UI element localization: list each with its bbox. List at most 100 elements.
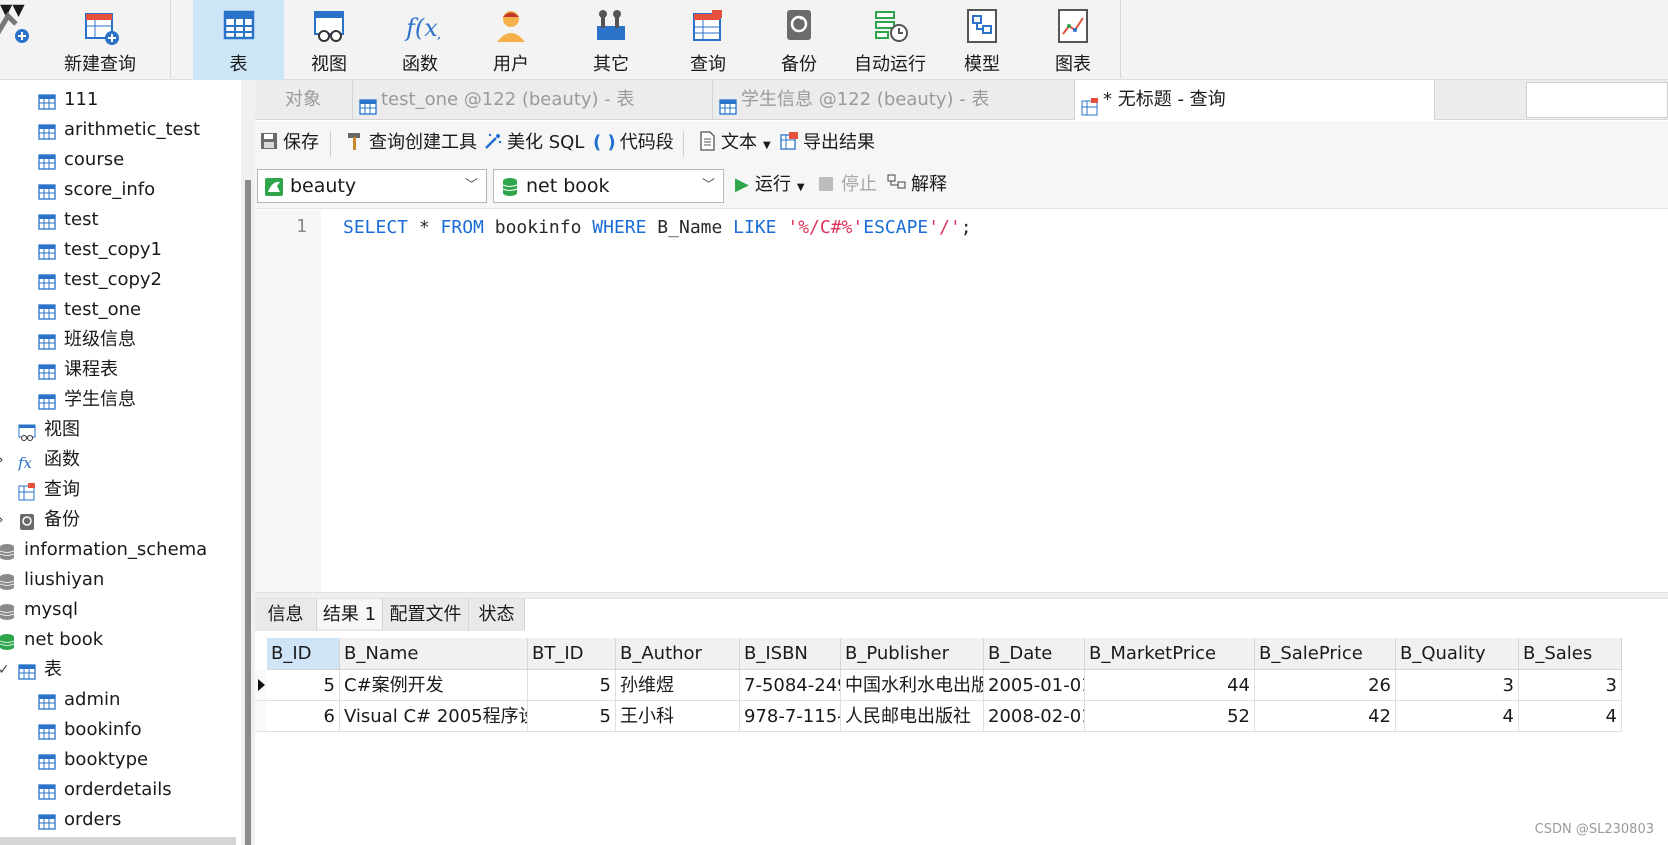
tree-item-table[interactable]: 课程表 (0, 355, 236, 385)
chevron-down-icon[interactable]: ✓ (0, 655, 10, 685)
grid-cell[interactable]: C#案例开发 (340, 670, 528, 701)
grid-cell[interactable]: 44 (1085, 670, 1255, 701)
grid-cell[interactable]: Visual C# 2005程序设 (340, 701, 528, 732)
column-header[interactable]: BT_ID (528, 638, 616, 670)
grid-cell[interactable]: 2005-01-01 (984, 670, 1085, 701)
tab-search-field[interactable] (1526, 82, 1668, 118)
other-ribbon-button[interactable]: 其它 (566, 0, 656, 80)
text-mode-button[interactable]: 文本 ▼ (697, 131, 771, 155)
tree-item-table[interactable]: orders (0, 805, 236, 835)
tree-scrollbar-thumb[interactable] (245, 180, 251, 845)
run-button[interactable]: ▶ 运行 ▼ (735, 173, 805, 197)
doc-tab[interactable]: 对象 (255, 80, 353, 120)
column-header[interactable]: B_Author (616, 638, 740, 670)
grid-cell[interactable]: 978-7-115- (740, 701, 841, 732)
database-select[interactable]: net book ﹀ (493, 169, 724, 203)
export-results-button[interactable]: 导出结果 (779, 131, 875, 155)
column-header[interactable]: B_Date (984, 638, 1085, 670)
column-header[interactable]: B_ISBN (740, 638, 841, 670)
tree-selected-row[interactable] (0, 837, 236, 845)
column-header[interactable]: B_ID (267, 638, 340, 670)
grid-cell[interactable]: 2008-02-01 (984, 701, 1085, 732)
grid-cell[interactable]: 5 (528, 670, 616, 701)
grid-cell[interactable]: 26 (1255, 670, 1396, 701)
result-tab[interactable]: 状态 (469, 599, 525, 631)
tree-item-group[interactable]: › 备份 (0, 505, 236, 535)
tree-item-table[interactable]: arithmetic_test (0, 115, 236, 145)
tree-item-database[interactable]: liushiyan (0, 565, 236, 595)
chevron-right-icon[interactable]: › (0, 445, 4, 475)
tree-item-group[interactable]: › fx 函数 (0, 445, 236, 475)
user-ribbon-button[interactable]: 用户 (466, 0, 556, 80)
explain-button[interactable]: 解释 (887, 173, 947, 197)
grid-cell[interactable]: 孙维煜 (616, 670, 740, 701)
grid-cell[interactable]: 7-5084-249 (740, 670, 841, 701)
tree-item-table[interactable]: 班级信息 (0, 325, 236, 355)
column-header[interactable]: B_Name (340, 638, 528, 670)
tree-item-table[interactable]: test_one (0, 295, 236, 325)
doc-tab[interactable]: * 无标题 - 查询 (1075, 80, 1435, 120)
tree-item-group[interactable]: 查询 (0, 475, 236, 505)
tree-item-table[interactable]: score_info (0, 175, 236, 205)
grid-cell[interactable]: 6 (267, 701, 340, 732)
tree-item-table[interactable]: bookinfo (0, 715, 236, 745)
tree-item-database[interactable]: information_schema (0, 535, 236, 565)
grid-cell[interactable]: 人民邮电出版社 (841, 701, 984, 732)
tree-item-database[interactable]: mysql (0, 595, 236, 625)
result-tab[interactable]: 结果 1 (317, 599, 383, 631)
beautify-sql-button[interactable]: 美化 SQL (483, 131, 584, 155)
grid-cell[interactable]: 4 (1519, 701, 1622, 732)
row-indicator[interactable] (255, 701, 267, 732)
editor-results-splitter[interactable] (255, 592, 1668, 599)
tree-item-group[interactable]: 视图 (0, 415, 236, 445)
tree-item-table[interactable]: test (0, 205, 236, 235)
result-tab[interactable]: 配置文件 (383, 599, 469, 631)
column-header[interactable]: B_Sales (1519, 638, 1622, 670)
tree-item-table[interactable]: test_copy2 (0, 265, 236, 295)
tree-item-table[interactable]: 111 (0, 85, 236, 115)
row-indicator[interactable] (255, 670, 267, 701)
doc-tab[interactable]: 学生信息 @122 (beauty) - 表 (713, 80, 1075, 120)
doc-tab[interactable]: test_one @122 (beauty) - 表 (353, 80, 713, 120)
grid-cell[interactable]: 42 (1255, 701, 1396, 732)
grid-cell[interactable]: 3 (1396, 670, 1519, 701)
model-ribbon-button[interactable]: 模型 (936, 0, 1028, 80)
query-ribbon-button[interactable]: 查询 (662, 0, 754, 80)
tree-item-table[interactable]: orderdetails (0, 775, 236, 805)
tree-item-table[interactable]: booktype (0, 745, 236, 775)
view-ribbon-button[interactable]: 视图 (284, 0, 374, 80)
query-builder-button[interactable]: 查询创建工具 (345, 131, 477, 155)
chart-ribbon-button[interactable]: 图表 (1028, 0, 1118, 80)
save-button[interactable]: 保存 (259, 131, 319, 155)
sql-editor[interactable]: 1 SELECT * FROM bookinfo WHERE B_Name LI… (255, 210, 1668, 592)
grid-cell[interactable]: 王小科 (616, 701, 740, 732)
connect-ribbon-button[interactable]: 接 (0, 0, 50, 80)
grid-cell[interactable]: 3 (1519, 670, 1622, 701)
tree-item-table[interactable]: admin (0, 685, 236, 715)
tree-item-table[interactable]: test_copy1 (0, 235, 236, 265)
column-header[interactable]: B_MarketPrice (1085, 638, 1255, 670)
auto-run-ribbon-button[interactable]: 自动运行 (844, 0, 936, 80)
grid-cell[interactable]: 5 (528, 701, 616, 732)
table-ribbon-button[interactable]: 表 (193, 0, 284, 80)
code-snippet-button[interactable]: ( ) 代码段 (593, 131, 674, 155)
tree-item-database[interactable]: net book (0, 625, 236, 655)
chevron-right-icon[interactable]: › (0, 505, 4, 535)
stop-button[interactable]: 停止 (819, 173, 877, 197)
tree-item-tables-group[interactable]: ✓ 表 (0, 655, 236, 685)
column-header[interactable]: B_SalePrice (1255, 638, 1396, 670)
sql-code-line[interactable]: SELECT * FROM bookinfo WHERE B_Name LIKE… (343, 216, 972, 240)
column-header[interactable]: B_Quality (1396, 638, 1519, 670)
tree-item-table[interactable]: course (0, 145, 236, 175)
grid-cell[interactable]: 52 (1085, 701, 1255, 732)
grid-cell[interactable]: 中国水利水电出版 (841, 670, 984, 701)
grid-cell[interactable]: 4 (1396, 701, 1519, 732)
function-ribbon-button[interactable]: f(x) 函数 (374, 0, 466, 80)
tree-item-table[interactable]: 学生信息 (0, 385, 236, 415)
connection-select[interactable]: beauty ﹀ (257, 169, 487, 203)
new-query-ribbon-button[interactable]: 新建查询 (52, 0, 148, 80)
column-header[interactable]: B_Publisher (841, 638, 984, 670)
backup-ribbon-button[interactable]: 备份 (754, 0, 844, 80)
result-tab[interactable]: 信息 (255, 599, 317, 631)
grid-cell[interactable]: 5 (267, 670, 340, 701)
